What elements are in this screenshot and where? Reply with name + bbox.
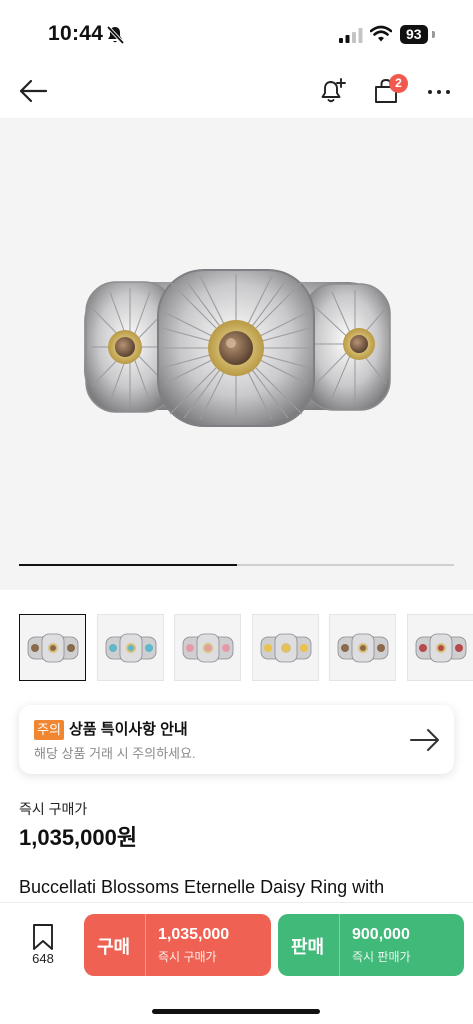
bookmark-icon[interactable]	[31, 923, 55, 951]
buy-button-label: 구매	[97, 937, 131, 957]
instant-buy-price: 1,035,000원	[19, 825, 138, 850]
notice-title: 상품 특이사항 안내	[69, 721, 188, 738]
signal-icon	[339, 28, 363, 43]
thumbnail-2[interactable]	[96, 614, 164, 681]
sell-button-subtitle: 즉시 판매가	[352, 950, 411, 964]
instant-buy-price-label: 즉시 구매가	[19, 801, 88, 817]
thumbnail-1[interactable]	[19, 614, 86, 681]
notice-subtitle: 해당 상품 거래 시 주의하세요.	[34, 746, 196, 761]
status-bar: 10:44 93	[0, 0, 473, 64]
thumbnail-image	[27, 633, 79, 663]
product-image-carousel[interactable]	[0, 118, 473, 590]
buy-button[interactable]: 구매 1,035,000 즉시 구매가	[84, 914, 271, 976]
notice-badge: 주의	[34, 720, 64, 740]
status-time: 10:44	[48, 22, 104, 45]
bell-off-icon	[106, 25, 124, 45]
sell-button[interactable]: 판매 900,000 즉시 판매가	[278, 914, 464, 976]
carousel-progress-track	[19, 564, 454, 566]
thumbnail-strip	[19, 614, 473, 682]
battery-level: 93	[400, 25, 428, 44]
back-arrow-icon[interactable]	[18, 78, 48, 104]
buy-button-subtitle: 즉시 구매가	[158, 950, 217, 964]
thumbnail-image	[105, 633, 156, 663]
notification-add-icon[interactable]	[318, 76, 348, 106]
thumbnail-4[interactable]	[251, 614, 319, 681]
thumbnail-5[interactable]	[329, 614, 396, 681]
product-name: Buccellati Blossoms Eternelle Daisy Ring…	[19, 877, 385, 897]
thumbnail-3[interactable]	[174, 614, 241, 681]
thumbnail-6[interactable]	[406, 614, 473, 681]
notice-card[interactable]: 주의 상품 특이사항 안내 해당 상품 거래 시 주의하세요.	[19, 705, 454, 774]
thumbnail-image	[337, 633, 389, 663]
sell-button-label: 판매	[291, 937, 325, 957]
bottom-action-bar: 648 구매 1,035,000 즉시 구매가 판매 900,000 즉시 판매…	[0, 902, 473, 1024]
home-indicator	[152, 1009, 320, 1014]
wish-count: 648	[32, 951, 54, 966]
sell-button-divider	[339, 914, 340, 976]
battery-tip	[432, 31, 435, 38]
nav-bar: 2	[0, 64, 473, 118]
carousel-progress-fill	[19, 564, 237, 566]
thumbnail-image	[182, 633, 234, 663]
wifi-icon	[370, 25, 392, 42]
more-options-icon[interactable]	[427, 88, 451, 96]
arrow-right-icon[interactable]	[409, 727, 441, 753]
cart-count-badge: 2	[389, 74, 408, 93]
sell-button-price: 900,000	[352, 926, 410, 943]
buy-button-divider	[145, 914, 146, 976]
product-image	[84, 269, 391, 427]
buy-button-price: 1,035,000	[158, 926, 230, 943]
thumbnail-image	[415, 633, 466, 663]
thumbnail-image	[260, 633, 311, 663]
